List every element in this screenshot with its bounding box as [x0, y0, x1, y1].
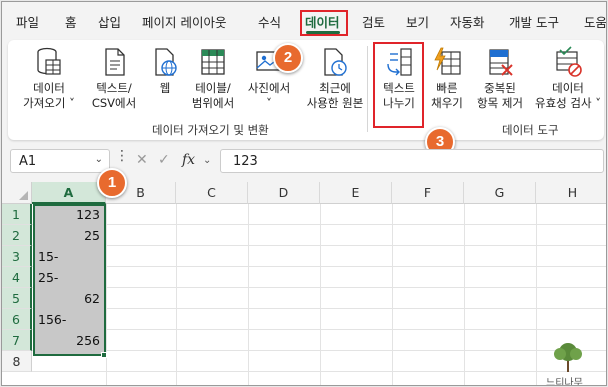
cell-a1[interactable]: 123	[34, 204, 104, 225]
chevron-down-icon: ˅	[266, 96, 272, 110]
recent-sources-button[interactable]: 최근에 사용한 원본	[300, 46, 370, 111]
column-header-f[interactable]: F	[392, 182, 464, 204]
web-label: 웹	[159, 81, 171, 95]
grid-line	[176, 204, 177, 385]
grid-line	[320, 204, 321, 385]
ribbon-panel: 데이터 가져오기 ˅ 텍스트/ CSV에서 웹 테이블/ 범위에서 사진에서 ˅…	[8, 40, 604, 140]
tab-file[interactable]: 파일	[16, 12, 39, 31]
formula-bar: A1 ⌄ ⋮ ✕ ✓ fx ⌄ 123	[2, 146, 606, 176]
column-header-h[interactable]: H	[536, 182, 606, 204]
row-header-5[interactable]: 5	[2, 288, 32, 309]
recent-clock-icon	[324, 48, 347, 76]
table-range-label-2: 범위에서	[191, 96, 235, 110]
cell-a4[interactable]: 25-	[34, 267, 104, 288]
remove-duplicates-label-1: 중복된	[484, 81, 516, 95]
tab-developer[interactable]: 개발 도구	[509, 12, 559, 31]
cell-a3[interactable]: 15-	[34, 246, 104, 267]
insert-function-icon[interactable]: fx	[182, 152, 195, 168]
grid-line	[248, 204, 249, 385]
table-icon	[201, 49, 225, 75]
grid-line	[536, 204, 537, 385]
tab-insert[interactable]: 삽입	[98, 12, 121, 31]
watermark-text: 느티나무	[546, 378, 583, 386]
group-label-get-transform: 데이터 가져오기 및 변환	[152, 123, 269, 137]
watermark: 느티나무	[546, 340, 590, 386]
tab-formulas[interactable]: 수식	[258, 12, 281, 31]
name-box-value: A1	[19, 154, 37, 169]
column-header-a[interactable]: A	[32, 182, 106, 204]
row-header-7[interactable]: 7	[2, 330, 32, 351]
chevron-down-icon[interactable]: ⌄	[95, 154, 103, 165]
text-file-icon	[105, 48, 125, 76]
tab-review[interactable]: 검토	[362, 12, 385, 31]
step-badge-1: 1	[97, 168, 127, 198]
excel-window: 파일 홈 삽입 페이지 레이아웃 수식 데이터 검토 보기 자동화 개발 도구 …	[1, 1, 607, 386]
tree-logo-icon	[554, 343, 582, 372]
from-picture-label: 사진에서	[247, 81, 291, 95]
grid-line	[464, 204, 465, 385]
step-badge-2: 2	[273, 43, 303, 73]
cell-a5[interactable]: 62	[34, 288, 104, 309]
formula-buttons: ✕ ✓ fx ⌄	[128, 149, 218, 173]
table-range-button[interactable]: 테이블/ 범위에서	[186, 46, 240, 111]
flash-fill-button[interactable]: 빠른 채우기	[426, 46, 468, 111]
tab-home[interactable]: 홈	[65, 12, 77, 31]
cell-a2[interactable]: 25	[34, 225, 104, 246]
data-validation-button[interactable]: 데이터 유효성 검사 ˅	[532, 46, 604, 111]
text-to-columns-highlight	[373, 42, 424, 128]
ribbon-group-divider	[367, 46, 368, 132]
grid-line	[106, 204, 107, 385]
column-header-d[interactable]: D	[248, 182, 320, 204]
remove-duplicates-label-2: 항목 제거	[477, 96, 523, 110]
get-data-label-1: 데이터	[33, 81, 65, 95]
flash-fill-label-2: 채우기	[431, 96, 463, 110]
flash-fill-label-1: 빠른	[436, 81, 458, 95]
row-header-8[interactable]: 8	[2, 351, 32, 372]
fill-handle[interactable]	[101, 352, 107, 358]
database-icon	[37, 47, 61, 75]
data-validation-label-1: 데이터	[552, 81, 584, 95]
data-validation-icon	[556, 46, 582, 77]
text-csv-label-1: 텍스트/	[96, 81, 132, 95]
enter-check-icon[interactable]: ✓	[158, 152, 170, 168]
more-options-icon[interactable]: ⋮	[115, 149, 129, 163]
remove-duplicates-button[interactable]: 중복된 항목 제거	[470, 46, 530, 111]
text-csv-button[interactable]: 텍스트/ CSV에서	[84, 46, 144, 111]
row-header-4[interactable]: 4	[2, 267, 32, 288]
tab-help[interactable]: 도움	[584, 12, 606, 31]
cancel-icon[interactable]: ✕	[136, 152, 148, 168]
row-header-6[interactable]: 6	[2, 309, 32, 330]
get-data-label-2: 가져오기 ˅	[23, 96, 75, 110]
column-header-e[interactable]: E	[320, 182, 392, 204]
column-header-c[interactable]: C	[176, 182, 248, 204]
data-tab-highlight	[300, 10, 348, 36]
select-all-corner[interactable]	[2, 182, 32, 204]
formula-input[interactable]: 123	[220, 149, 604, 173]
recent-sources-label-1: 최근에	[319, 81, 351, 95]
fx-chevron-icon[interactable]: ⌄	[203, 155, 211, 166]
cell-a6[interactable]: 156-	[34, 309, 104, 330]
column-header-g[interactable]: G	[464, 182, 536, 204]
remove-duplicates-icon	[489, 49, 513, 76]
row-header-2[interactable]: 2	[2, 225, 32, 246]
tab-automate[interactable]: 자동화	[450, 12, 485, 31]
name-box[interactable]: A1 ⌄	[10, 149, 110, 173]
web-button[interactable]: 웹	[148, 46, 182, 96]
row-header-3[interactable]: 3	[2, 246, 32, 267]
cell-a7[interactable]: 256	[34, 330, 104, 351]
recent-sources-label-2: 사용한 원본	[306, 96, 364, 110]
table-range-label-1: 테이블/	[195, 81, 231, 95]
tab-page-layout[interactable]: 페이지 레이아웃	[142, 12, 226, 31]
get-data-button[interactable]: 데이터 가져오기 ˅	[18, 46, 80, 111]
tab-view[interactable]: 보기	[406, 12, 429, 31]
grid-line	[392, 204, 393, 385]
group-label-data-tools: 데이터 도구	[502, 123, 559, 137]
text-csv-label-2: CSV에서	[91, 96, 137, 110]
flash-fill-icon	[434, 47, 461, 75]
web-globe-icon	[155, 48, 177, 76]
row-header-1[interactable]: 1	[2, 204, 32, 225]
data-validation-label-2: 유효성 검사 ˅	[535, 96, 601, 110]
